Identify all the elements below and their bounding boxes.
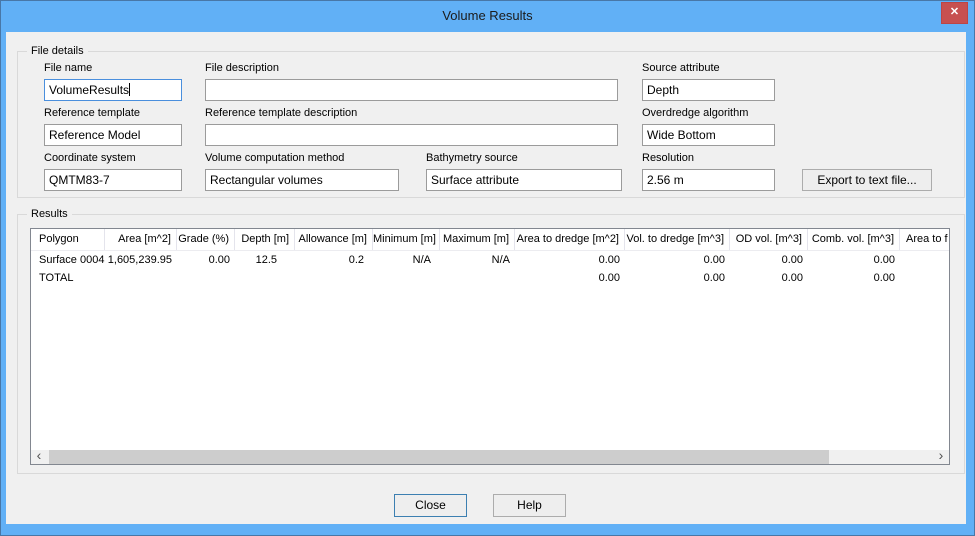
- source-attribute-input[interactable]: Depth: [642, 79, 775, 101]
- table-cell: [900, 251, 949, 269]
- text-caret: [129, 83, 130, 96]
- column-header-minimum[interactable]: Minimum [m]: [373, 229, 440, 250]
- reference-template-description-input[interactable]: [205, 124, 618, 146]
- table-cell: 0.00: [515, 269, 625, 287]
- file-name-value: VolumeResults: [49, 83, 129, 97]
- results-table: Polygon Area [m^2] Grade (%) Depth [m] A…: [30, 228, 950, 465]
- results-legend: Results: [27, 207, 72, 221]
- column-header-polygon[interactable]: Polygon: [31, 229, 105, 250]
- table-cell: [373, 269, 440, 287]
- table-cell: N/A: [440, 251, 515, 269]
- titlebar: Volume Results: [1, 1, 974, 31]
- file-name-input[interactable]: VolumeResults: [44, 79, 182, 101]
- table-cell: [105, 269, 177, 287]
- table-cell: 0.00: [808, 251, 900, 269]
- scroll-left-icon[interactable]: ‹: [31, 450, 47, 464]
- table-cell: Surface 0004: [31, 251, 105, 269]
- table-header-row: Polygon Area [m^2] Grade (%) Depth [m] A…: [31, 229, 949, 251]
- column-header-allowance[interactable]: Allowance [m]: [295, 229, 373, 250]
- help-button[interactable]: Help: [493, 494, 566, 517]
- table-row[interactable]: TOTAL 0.00 0.00 0.00 0.00: [31, 269, 949, 287]
- volume-computation-method-input[interactable]: Rectangular volumes: [205, 169, 399, 191]
- file-details-group: File details File name VolumeResults Fil…: [17, 51, 965, 198]
- close-dialog-button[interactable]: Close: [394, 494, 467, 517]
- column-header-area-to-dredge[interactable]: Area to dredge [m^2]: [515, 229, 625, 250]
- reference-template-description-label: Reference template description: [205, 107, 357, 120]
- source-attribute-label: Source attribute: [642, 62, 720, 75]
- table-cell: 0.00: [808, 269, 900, 287]
- scroll-right-icon[interactable]: ›: [933, 450, 949, 464]
- results-group: Results Polygon Area [m^2] Grade (%) Dep…: [17, 214, 965, 474]
- coordinate-system-label: Coordinate system: [44, 152, 136, 165]
- table-cell: N/A: [373, 251, 440, 269]
- table-cell: [900, 269, 949, 287]
- coordinate-system-input[interactable]: QMTM83-7: [44, 169, 182, 191]
- export-to-text-file-button[interactable]: Export to text file...: [802, 169, 932, 191]
- resolution-input[interactable]: 2.56 m: [642, 169, 775, 191]
- column-header-depth[interactable]: Depth [m]: [235, 229, 295, 250]
- file-description-label: File description: [205, 62, 279, 75]
- column-header-od-vol[interactable]: OD vol. [m^3]: [730, 229, 808, 250]
- table-cell: 0.00: [625, 269, 730, 287]
- scroll-thumb[interactable]: [49, 450, 829, 464]
- close-button[interactable]: ✕: [941, 2, 968, 24]
- reference-template-label: Reference template: [44, 107, 140, 120]
- bathymetry-source-input[interactable]: Surface attribute: [426, 169, 622, 191]
- table-cell: 1,605,239.95: [105, 251, 177, 269]
- table-cell: 0.2: [295, 251, 373, 269]
- horizontal-scrollbar[interactable]: ‹ ›: [31, 450, 949, 464]
- column-header-maximum[interactable]: Maximum [m]: [440, 229, 515, 250]
- table-cell: 0.00: [730, 269, 808, 287]
- window-title: Volume Results: [442, 8, 532, 23]
- column-header-vol-to-dredge[interactable]: Vol. to dredge [m^3]: [625, 229, 730, 250]
- file-description-input[interactable]: [205, 79, 618, 101]
- dialog-content: File details File name VolumeResults Fil…: [6, 32, 966, 524]
- volume-results-dialog: Volume Results ✕ File details File name …: [0, 0, 975, 536]
- overdredge-algorithm-input[interactable]: Wide Bottom: [642, 124, 775, 146]
- table-cell: 0.00: [730, 251, 808, 269]
- table-cell: 12.5: [235, 251, 295, 269]
- column-header-grade[interactable]: Grade (%): [177, 229, 235, 250]
- bathymetry-source-label: Bathymetry source: [426, 152, 518, 165]
- table-cell: [235, 269, 295, 287]
- table-cell: 0.00: [515, 251, 625, 269]
- table-cell: [440, 269, 515, 287]
- table-cell: 0.00: [177, 251, 235, 269]
- file-details-legend: File details: [27, 44, 88, 58]
- file-name-label: File name: [44, 62, 92, 75]
- table-cell: 0.00: [625, 251, 730, 269]
- column-header-comb-vol[interactable]: Comb. vol. [m^3]: [808, 229, 900, 250]
- column-header-area-to-fill[interactable]: Area to f: [900, 229, 949, 250]
- volume-computation-method-label: Volume computation method: [205, 152, 344, 165]
- close-icon: ✕: [950, 6, 959, 18]
- reference-template-input[interactable]: Reference Model: [44, 124, 182, 146]
- resolution-label: Resolution: [642, 152, 694, 165]
- table-cell: [177, 269, 235, 287]
- table-cell: [295, 269, 373, 287]
- table-cell: TOTAL: [31, 269, 105, 287]
- overdredge-algorithm-label: Overdredge algorithm: [642, 107, 748, 120]
- column-header-area[interactable]: Area [m^2]: [105, 229, 177, 250]
- table-row[interactable]: Surface 0004 1,605,239.95 0.00 12.5 0.2 …: [31, 251, 949, 269]
